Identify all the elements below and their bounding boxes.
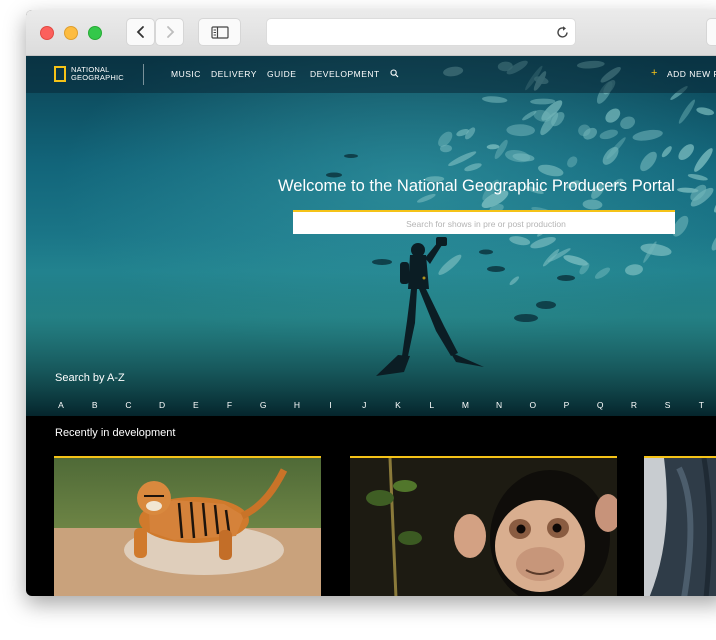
close-window-button[interactable] — [40, 26, 54, 40]
az-letter-f[interactable]: F — [227, 400, 232, 410]
show-card-rock[interactable] — [644, 456, 716, 596]
tiger-image — [54, 458, 321, 596]
az-letter-s[interactable]: S — [665, 400, 671, 410]
show-card-tiger[interactable] — [54, 456, 321, 596]
logo-line-2: GEOGRAPHIC — [71, 73, 124, 82]
az-letter-t[interactable]: T — [699, 400, 704, 410]
az-letter-d[interactable]: D — [159, 400, 165, 410]
az-letter-a[interactable]: A — [58, 400, 64, 410]
forward-button[interactable] — [155, 18, 184, 46]
minimize-window-button[interactable] — [64, 26, 78, 40]
az-letter-l[interactable]: L — [429, 400, 434, 410]
show-card-chimpanzee[interactable] — [350, 456, 617, 596]
az-letter-n[interactable]: N — [496, 400, 502, 410]
chimpanzee-image — [350, 458, 617, 596]
chevron-right-icon — [166, 26, 174, 38]
zoom-window-button[interactable] — [88, 26, 102, 40]
az-letter-p[interactable]: P — [564, 400, 570, 410]
top-navigation: NATIONAL GEOGRAPHIC MUSIC DELIVERY GUIDE… — [26, 56, 716, 93]
browser-toolbar — [26, 10, 716, 56]
az-letter-h[interactable]: H — [294, 400, 300, 410]
plus-icon[interactable]: + — [651, 67, 657, 79]
hero-section: NATIONAL GEOGRAPHIC MUSIC DELIVERY GUIDE… — [26, 56, 716, 416]
az-letter-j[interactable]: J — [362, 400, 366, 410]
reload-icon[interactable] — [555, 25, 570, 40]
chevron-left-icon — [136, 26, 144, 38]
sidebar-toggle-button[interactable] — [198, 18, 241, 46]
search-icon[interactable] — [390, 69, 399, 78]
add-new-button[interactable]: ADD NEW P — [667, 69, 716, 79]
az-letter-i[interactable]: I — [329, 400, 331, 410]
az-letter-m[interactable]: M — [462, 400, 469, 410]
browser-window: NATIONAL GEOGRAPHIC MUSIC DELIVERY GUIDE… — [26, 10, 716, 596]
nav-development[interactable]: DEVELOPMENT — [310, 69, 380, 79]
az-letter-o[interactable]: O — [529, 400, 536, 410]
nav-music[interactable]: MUSIC — [171, 69, 201, 79]
az-letter-q[interactable]: Q — [597, 400, 604, 410]
nat-geo-logo-icon[interactable] — [54, 66, 66, 82]
underwater-hero-image — [26, 56, 716, 416]
show-search-box — [293, 210, 679, 236]
nav-delivery[interactable]: DELIVERY — [211, 69, 257, 79]
az-letter-b[interactable]: B — [92, 400, 98, 410]
logo-wordmark[interactable]: NATIONAL GEOGRAPHIC — [71, 66, 124, 82]
rock-image — [644, 458, 716, 596]
back-button[interactable] — [126, 18, 155, 46]
address-bar[interactable] — [266, 18, 576, 46]
share-button[interactable] — [706, 18, 716, 46]
welcome-heading: Welcome to the National Geographic Produ… — [278, 177, 675, 195]
nav-guide[interactable]: GUIDE — [267, 69, 296, 79]
az-letter-k[interactable]: K — [395, 400, 401, 410]
az-letter-e[interactable]: E — [193, 400, 199, 410]
recent-heading: Recently in development — [55, 427, 176, 439]
az-heading: Search by A-Z — [55, 372, 125, 384]
nav-divider — [143, 64, 144, 85]
show-search-input[interactable] — [293, 212, 679, 236]
web-page: NATIONAL GEOGRAPHIC MUSIC DELIVERY GUIDE… — [26, 56, 716, 596]
az-letter-g[interactable]: G — [260, 400, 267, 410]
az-letter-c[interactable]: C — [125, 400, 131, 410]
az-letter-r[interactable]: R — [631, 400, 637, 410]
sidebar-icon — [210, 25, 229, 39]
